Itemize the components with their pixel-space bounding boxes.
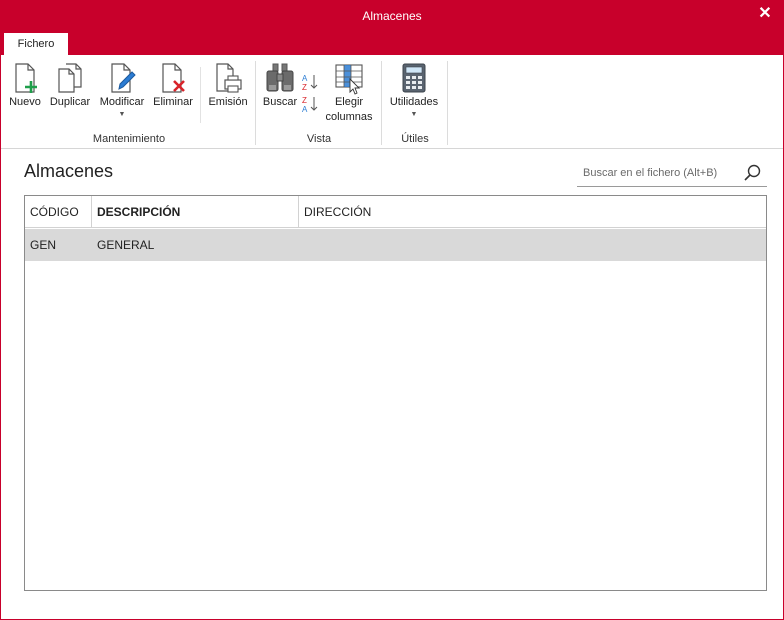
- title-bar: Almacenes ✕: [1, 1, 783, 31]
- group-label-utiles: Útiles: [401, 133, 429, 145]
- elegir-label-line2: columnas: [325, 111, 373, 123]
- nuevo-label: Nuevo: [9, 96, 41, 108]
- binoculars-icon: [264, 61, 296, 95]
- buscar-label: Buscar: [262, 96, 298, 108]
- eliminar-label: Eliminar: [153, 96, 193, 108]
- delete-document-icon: [157, 61, 189, 95]
- nuevo-button[interactable]: Nuevo: [7, 61, 43, 110]
- search-icon[interactable]: [743, 163, 763, 183]
- modificar-button[interactable]: Modificar ▼: [96, 61, 148, 120]
- sort-ascending-button[interactable]: A Z: [301, 73, 319, 94]
- svg-text:Z: Z: [302, 83, 307, 91]
- sort-ascending-icon: A Z: [302, 74, 318, 92]
- duplicate-icon: [54, 61, 86, 95]
- ribbon: Nuevo Duplicar Modificar ▼ Eliminar Emis…: [1, 55, 783, 149]
- modificar-label: Modificar: [99, 96, 145, 108]
- duplicar-label: Duplicar: [49, 96, 91, 108]
- chevron-down-icon: ▼: [410, 111, 418, 118]
- cell-codigo: GEN: [30, 238, 57, 252]
- window: Almacenes ✕ Fichero Nuevo Duplicar Modif…: [0, 0, 784, 620]
- cell-descripcion: GENERAL: [97, 238, 155, 252]
- close-button[interactable]: ✕: [755, 4, 775, 24]
- tab-fichero[interactable]: Fichero: [4, 33, 68, 55]
- group-label-vista: Vista: [306, 133, 332, 145]
- column-header-direccion[interactable]: DIRECCIÓN: [299, 196, 765, 228]
- search-box: [577, 159, 767, 187]
- chevron-down-icon: ▼: [118, 111, 126, 118]
- sort-descending-button[interactable]: Z A: [301, 95, 319, 116]
- page-title: Almacenes: [24, 161, 114, 181]
- new-document-icon: [9, 61, 41, 95]
- emision-button[interactable]: Emisión: [206, 61, 250, 110]
- sort-descending-icon: Z A: [302, 96, 318, 114]
- choose-columns-icon: [333, 61, 365, 95]
- cell-direccion: [299, 229, 765, 261]
- grid-header: CÓDIGO DESCRIPCIÓN DIRECCIÓN: [25, 196, 766, 228]
- emision-label: Emisión: [208, 96, 248, 108]
- column-header-codigo[interactable]: CÓDIGO: [25, 196, 91, 228]
- elegir-columnas-button[interactable]: Elegir columnas: [322, 61, 376, 125]
- buscar-button[interactable]: Buscar: [261, 61, 299, 110]
- print-icon: [212, 61, 244, 95]
- eliminar-button[interactable]: Eliminar: [151, 61, 195, 110]
- svg-text:Z: Z: [302, 96, 307, 105]
- utilidades-label: Utilidades: [389, 96, 439, 108]
- data-grid: CÓDIGO DESCRIPCIÓN DIRECCIÓN GEN GENERAL: [24, 195, 767, 591]
- utilidades-button[interactable]: Utilidades ▼: [386, 61, 442, 120]
- edit-document-icon: [106, 61, 138, 95]
- column-header-descripcion[interactable]: DESCRIPCIÓN: [92, 196, 298, 228]
- ribbon-tab-strip: Fichero: [1, 31, 783, 55]
- calculator-icon: [398, 61, 430, 95]
- group-divider: [255, 61, 256, 145]
- svg-text:A: A: [302, 105, 308, 113]
- svg-text:A: A: [302, 74, 308, 83]
- elegir-label-line1: Elegir: [334, 96, 364, 108]
- duplicar-button[interactable]: Duplicar: [47, 61, 93, 110]
- group-divider: [447, 61, 448, 145]
- group-label-mantenimiento: Mantenimiento: [92, 133, 166, 145]
- group-divider: [381, 61, 382, 145]
- window-title: Almacenes: [362, 9, 422, 23]
- table-row[interactable]: GEN GENERAL: [25, 229, 766, 261]
- divider: [200, 67, 201, 123]
- search-input[interactable]: [583, 165, 733, 181]
